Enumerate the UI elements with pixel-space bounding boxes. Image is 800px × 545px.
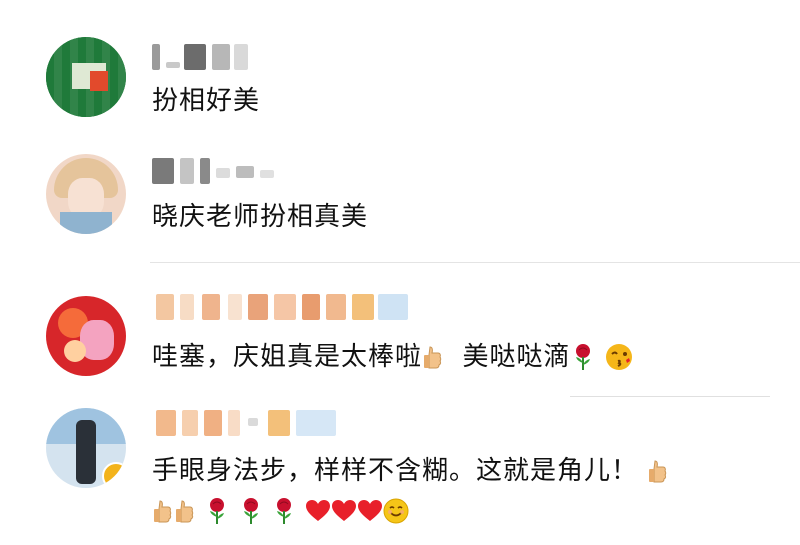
- comment-text: 手眼身法步，样样不含糊。这就是角儿！: [152, 452, 669, 490]
- rose-icon: [272, 497, 296, 525]
- rose-icon: [571, 343, 595, 371]
- avatar[interactable]: [46, 154, 126, 234]
- kissing-face-icon: [604, 342, 634, 372]
- username-masked[interactable]: [156, 410, 356, 436]
- divider: [150, 262, 800, 263]
- comment-item: 扮相好美: [0, 0, 800, 140]
- rose-icon: [239, 497, 263, 525]
- comment-text: 扮相好美: [152, 86, 261, 116]
- avatar-detail: [76, 420, 96, 484]
- thumbs-up-icon: [174, 496, 196, 523]
- username-masked[interactable]: [152, 158, 282, 184]
- comment-text-part: 美哒哒滴: [462, 342, 571, 372]
- avatar[interactable]: [46, 37, 126, 117]
- heart-icon: [305, 496, 331, 521]
- comment-item: 晓庆老师扮相真美: [0, 140, 800, 260]
- comment-text: 哇塞，庆姐真是太棒啦 美哒哒滴: [152, 338, 634, 376]
- faint-line: [570, 396, 770, 397]
- avatar[interactable]: [46, 408, 126, 488]
- username-masked[interactable]: [152, 44, 272, 70]
- thumbs-up-icon: [422, 342, 444, 369]
- rose-icon: [205, 497, 229, 525]
- avatar-detail: [64, 340, 86, 362]
- avatar-detail: [60, 212, 112, 234]
- comment-text: 晓庆老师扮相真美: [152, 202, 369, 232]
- thumbs-up-icon: [647, 456, 669, 483]
- comment-item: 哇塞，庆姐真是太棒啦 美哒哒滴: [0, 270, 800, 400]
- thumbs-up-icon: [152, 496, 174, 523]
- comment-emoji-row: [152, 492, 409, 530]
- comment-text-part: 哇塞，庆姐真是太棒啦: [152, 342, 423, 372]
- avatar-detail: [90, 71, 108, 91]
- comment-item: 手眼身法步，样样不含糊。这就是角儿！: [0, 400, 800, 545]
- avatar[interactable]: [46, 296, 126, 376]
- heart-icon: [331, 496, 357, 521]
- comment-text-part: 手眼身法步，样样不含糊。这就是角儿！: [152, 456, 639, 486]
- username-masked[interactable]: [156, 294, 416, 320]
- avatar-badge: [102, 462, 126, 488]
- heart-icon: [357, 496, 383, 521]
- smiling-face-icon: [383, 497, 409, 524]
